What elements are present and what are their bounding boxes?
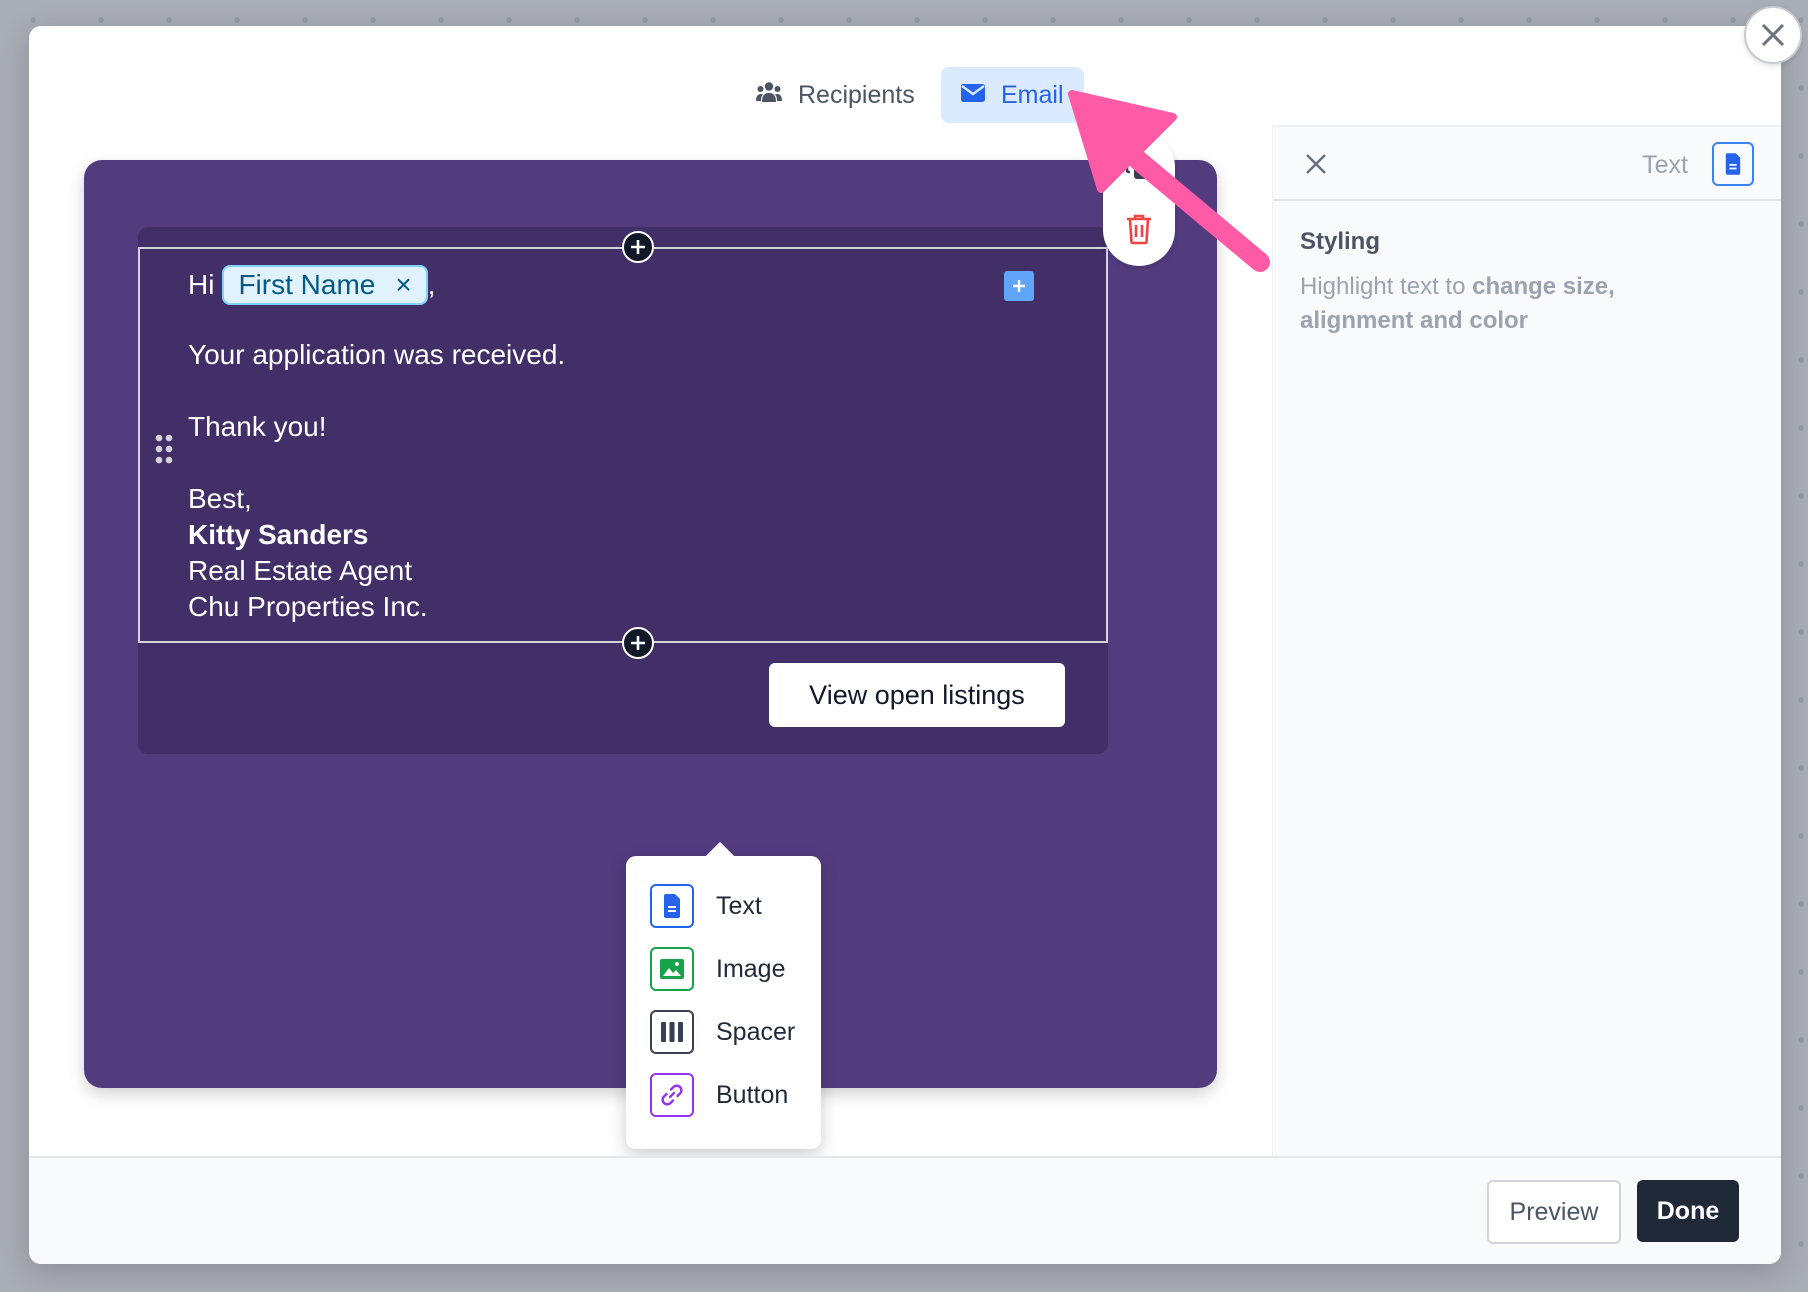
document-icon [1712, 142, 1754, 186]
body-line-received: Your application was received. [188, 339, 566, 370]
image-icon [650, 947, 694, 991]
preview-button[interactable]: Preview [1487, 1180, 1621, 1244]
styling-hint-prefix: Highlight text to [1300, 273, 1473, 300]
email-text-content[interactable]: Hi First Name × , Your application was r… [188, 265, 565, 625]
panel-header: Text [1273, 125, 1781, 201]
add-block-menu: Text Image Spacer Button [626, 856, 821, 1149]
menu-item-button[interactable]: Button [650, 1073, 788, 1117]
modal-footer: Preview Done [29, 1156, 1781, 1264]
tab-email-label: Email [1001, 80, 1064, 109]
greeting-comma: , [427, 269, 436, 300]
link-icon [650, 1073, 694, 1117]
drag-handle-icon[interactable] [154, 434, 174, 469]
email-editor-modal: Recipients Email Hi First Name × , Your … [29, 26, 1781, 1264]
email-canvas: Hi First Name × , Your application was r… [84, 160, 1217, 1149]
add-merge-field-icon[interactable] [1004, 271, 1034, 301]
email-body: Hi First Name × , Your application was r… [138, 227, 1108, 754]
done-button[interactable]: Done [1637, 1180, 1739, 1242]
menu-item-button-label: Button [716, 1080, 789, 1109]
menu-item-image-label: Image [716, 954, 786, 983]
tab-email[interactable]: Email [941, 67, 1084, 123]
columns-icon [650, 1010, 694, 1054]
greeting-line: Hi First Name × , [188, 265, 565, 305]
greeting-hi: Hi [188, 269, 215, 300]
tab-recipients-label: Recipients [798, 80, 915, 109]
block-actions [1103, 131, 1175, 266]
add-block-above-icon[interactable] [622, 231, 654, 263]
email-cta-button[interactable]: View open listings [769, 663, 1065, 727]
users-icon [756, 81, 782, 110]
menu-item-text[interactable]: Text [650, 884, 762, 928]
panel-block-type: Text [1642, 151, 1688, 179]
panel-close-icon[interactable] [1303, 151, 1329, 182]
text-block-selected[interactable]: Hi First Name × , Your application was r… [138, 247, 1108, 643]
trash-icon[interactable] [1125, 213, 1153, 250]
styling-hint: Highlight text to change size, alignment… [1300, 270, 1660, 338]
styling-title: Styling [1300, 228, 1381, 255]
envelope-icon [961, 81, 985, 110]
menu-item-spacer[interactable]: Spacer [650, 1010, 795, 1054]
merge-tag-first-name[interactable]: First Name × [222, 265, 428, 305]
menu-item-image[interactable]: Image [650, 947, 785, 991]
close-icon [1761, 23, 1785, 47]
merge-tag-remove-icon[interactable]: × [395, 267, 411, 303]
menu-item-text-label: Text [716, 891, 762, 920]
tab-recipients[interactable]: Recipients [736, 67, 935, 123]
sender-company: Chu Properties Inc. [188, 591, 428, 622]
block-settings-panel: Text Styling Highlight text to change si… [1272, 125, 1781, 1182]
sender-name: Kitty Sanders [188, 519, 369, 550]
menu-item-spacer-label: Spacer [716, 1017, 796, 1046]
document-icon [650, 884, 694, 928]
sender-title: Real Estate Agent [188, 555, 413, 586]
close-modal-button[interactable] [1744, 6, 1802, 64]
signoff: Best, [188, 483, 252, 514]
body-line-thanks: Thank you! [188, 411, 327, 442]
merge-tag-label: First Name [238, 269, 376, 300]
add-block-below-icon[interactable] [622, 627, 654, 659]
duplicate-icon[interactable] [1125, 153, 1153, 186]
